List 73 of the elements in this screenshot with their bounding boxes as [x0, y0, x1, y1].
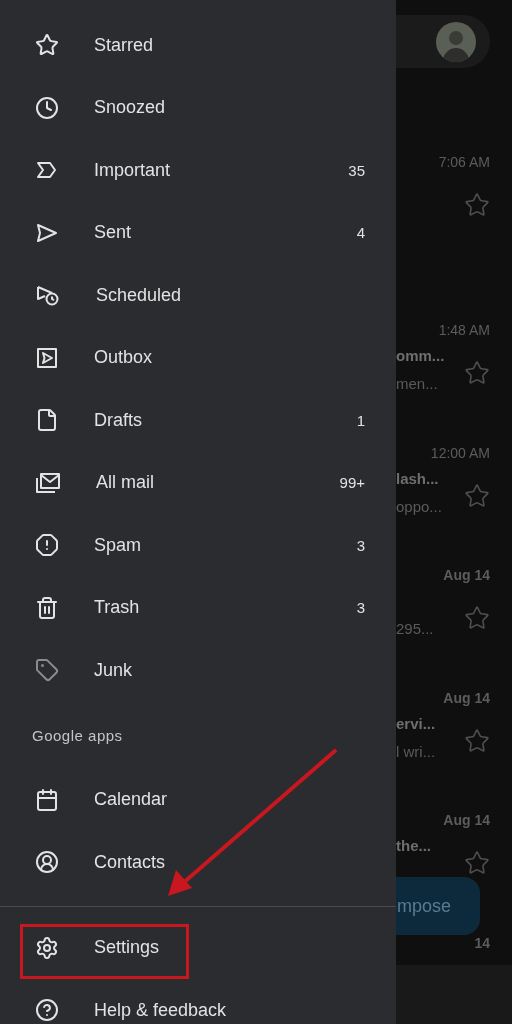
- email-subject: the...: [396, 836, 431, 856]
- item-label: Outbox: [94, 347, 154, 369]
- star-icon: [35, 33, 59, 58]
- email-subject: omm...: [396, 346, 445, 366]
- drawer-item[interactable]: Drafts 1: [0, 389, 396, 452]
- avatar[interactable]: [436, 21, 476, 62]
- item-label: Contacts: [94, 851, 167, 873]
- settings-icon: [35, 935, 59, 960]
- mail-stack-icon: [35, 470, 61, 495]
- email-time: Aug 14: [443, 568, 490, 582]
- star-icon[interactable]: [464, 360, 490, 386]
- search-bar[interactable]: [396, 15, 490, 68]
- drawer-item[interactable]: Trash 3: [0, 576, 396, 639]
- star-icon[interactable]: [464, 850, 490, 876]
- email-snippet: oppo...: [396, 496, 442, 517]
- item-label: Calendar: [94, 789, 169, 811]
- email-subject: lash...: [396, 468, 439, 489]
- drawer-item[interactable]: Starred: [0, 14, 396, 77]
- item-label: Snoozed: [94, 97, 167, 119]
- item-label: All mail: [96, 472, 155, 494]
- item-count: 35: [348, 161, 365, 179]
- item-count: 99+: [339, 474, 365, 492]
- item-count: 1: [356, 411, 365, 429]
- email-snippet: l wri...: [396, 741, 436, 762]
- email-time: 14: [474, 935, 490, 950]
- email-snippet: men...: [396, 374, 438, 394]
- item-label: Help & feedback: [94, 999, 228, 1021]
- drawer-item[interactable]: Settings: [0, 916, 396, 979]
- drawer-item[interactable]: Calendar: [0, 768, 396, 831]
- email-time: Aug 14: [443, 690, 490, 705]
- drawer-item[interactable]: Snoozed: [0, 76, 396, 139]
- star-icon[interactable]: [464, 482, 490, 509]
- item-label: Starred: [94, 34, 155, 56]
- drawer-item[interactable]: Important 35: [0, 139, 396, 202]
- item-label: Important: [94, 159, 172, 181]
- drawer-item[interactable]: All mail 99+: [0, 451, 396, 514]
- star-icon[interactable]: [464, 192, 490, 218]
- email-time: Aug 14: [443, 813, 490, 827]
- clock-icon: [35, 95, 59, 120]
- label-icon: [35, 658, 59, 683]
- file-icon: [35, 408, 59, 433]
- send-clock-icon: [35, 283, 61, 308]
- item-count: 3: [356, 536, 365, 554]
- drawer-item[interactable]: Junk: [0, 639, 396, 702]
- outbox-icon: [35, 345, 59, 370]
- person-circle-icon: [35, 850, 59, 875]
- item-count: 4: [356, 224, 365, 242]
- star-icon[interactable]: [464, 727, 490, 754]
- item-label: Junk: [94, 659, 134, 681]
- item-label: Drafts: [94, 409, 143, 431]
- drawer-item[interactable]: Outbox: [0, 326, 396, 389]
- item-label: Sent: [94, 222, 133, 244]
- email-time: 1:48 AM: [438, 323, 490, 337]
- item-label: Settings: [94, 937, 161, 959]
- drawer-item[interactable]: Spam 3: [0, 514, 396, 577]
- email-time: 7:06 AM: [438, 155, 490, 169]
- item-label: Trash: [94, 597, 141, 619]
- star-icon[interactable]: [464, 605, 490, 631]
- item-label: Spam: [94, 534, 143, 556]
- calendar-icon: [35, 787, 59, 812]
- trash-icon: [35, 595, 59, 620]
- drawer-item[interactable]: Scheduled: [0, 264, 396, 327]
- email-subject: ervi...: [396, 713, 436, 734]
- drawer-item[interactable]: Contacts: [0, 831, 396, 894]
- item-count: 3: [356, 599, 365, 617]
- section-heading: Google apps: [31, 725, 124, 746]
- email-snippet: 295...: [396, 619, 434, 639]
- help-icon: [35, 998, 59, 1023]
- drawer-item[interactable]: Help & feedback: [0, 979, 396, 1024]
- drawer-item[interactable]: Sent 4: [0, 201, 396, 264]
- email-time: 12:00 AM: [430, 445, 490, 460]
- item-label: Scheduled: [96, 284, 183, 306]
- alert-octagon-icon: [35, 533, 59, 558]
